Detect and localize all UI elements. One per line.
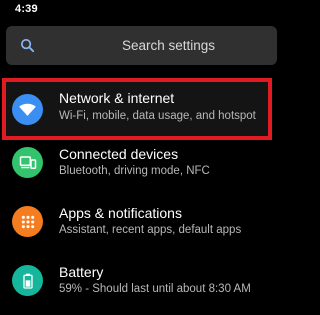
settings-item-summary: Assistant, recent apps, default apps [59, 224, 242, 236]
battery-icon [12, 265, 43, 296]
apps-grid-icon [12, 206, 43, 237]
settings-item-connected-devices[interactable]: Connected devices Bluetooth, driving mod… [0, 141, 279, 197]
settings-item-battery[interactable]: Battery 59% - Should last until about 8:… [0, 259, 279, 315]
wifi-icon [12, 94, 43, 125]
settings-item-summary: Wi-Fi, mobile, data usage, and hotspot [59, 110, 256, 122]
settings-item-title: Battery [59, 264, 104, 280]
connected-devices-icon [12, 147, 43, 178]
status-bar: 4:39 [0, 0, 279, 20]
status-time: 4:39 [15, 3, 38, 15]
settings-item-apps[interactable]: Apps & notifications Assistant, recent a… [0, 200, 279, 256]
search-bar[interactable]: Search settings [6, 26, 277, 65]
settings-item-summary: 59% - Should last until about 8:30 AM [59, 283, 251, 295]
settings-item-title: Apps & notifications [59, 205, 182, 221]
settings-item-title: Connected devices [59, 146, 179, 162]
search-placeholder: Search settings [121, 38, 216, 53]
settings-item-summary: Bluetooth, driving mode, NFC [59, 165, 210, 177]
settings-item-title: Network & internet [59, 90, 175, 106]
settings-item-network[interactable]: Network & internet Wi-Fi, mobile, data u… [0, 80, 279, 136]
